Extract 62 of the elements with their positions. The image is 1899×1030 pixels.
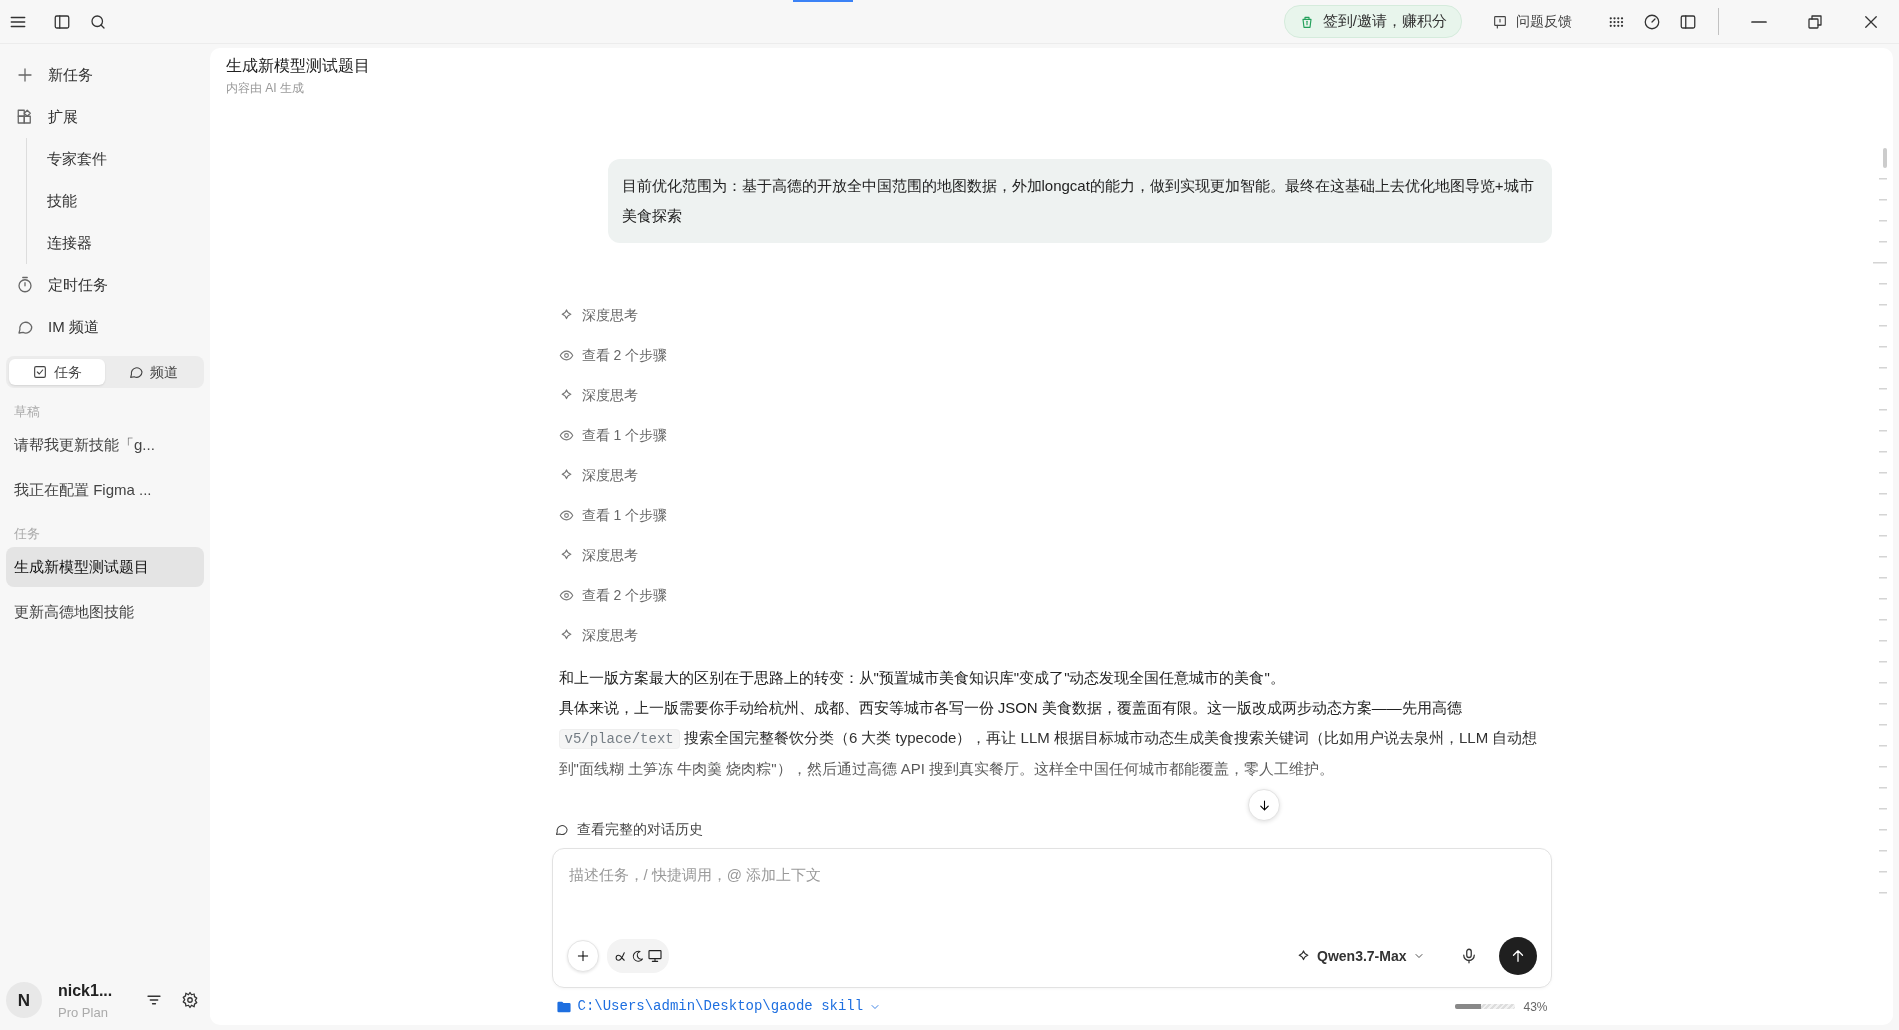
user-message: 目前优化范围为：基于高德的开放全中国范围的地图数据，外加longcat的能力，做到实现更加智能。最终在这基础上去优化地图导览+城市美食探索 <box>607 159 1552 244</box>
step-item[interactable]: 深度思考 <box>551 295 645 336</box>
add-button[interactable] <box>566 940 599 972</box>
panel-icon <box>1679 12 1697 31</box>
sidebar-nav-item[interactable]: 扩展 <box>6 96 204 138</box>
model-selector[interactable]: Qwen3.7-Max <box>1290 944 1431 968</box>
send-button[interactable] <box>1498 937 1537 975</box>
blocks-icon <box>16 108 34 126</box>
scroll-down-button[interactable] <box>1248 789 1280 821</box>
sidebar-nav-item[interactable]: 技能 <box>47 180 204 222</box>
checkbox-icon <box>32 364 48 380</box>
step-item[interactable]: 查看 1 个步骤 <box>551 495 675 536</box>
task-list-item[interactable]: 请帮我更新技能「g... <box>6 425 204 466</box>
eye-icon <box>558 587 574 603</box>
step-item[interactable]: 深度思考 <box>551 615 645 656</box>
step-item[interactable]: 深度思考 <box>551 375 645 416</box>
section-heading: 任务 <box>13 524 41 543</box>
step-item[interactable]: 查看 2 个步骤 <box>551 335 675 376</box>
task-list-item[interactable]: 生成新模型测试题目 <box>6 547 204 587</box>
panel-icon <box>53 12 71 31</box>
user-name: nick1... <box>58 980 113 1001</box>
chat-bubble-icon <box>128 364 144 380</box>
answer-paragraph: 和上一版方案最大的区别在于思路上的转变：从"预置城市美食知识库"变成了"动态发现全国任意城市的美食"。 <box>558 668 1286 689</box>
feedback-button[interactable]: 问题反馈 <box>1486 10 1578 33</box>
sidebar-nav-item[interactable]: 定时任务 <box>6 264 204 306</box>
sidebar-tab[interactable]: 频道 <box>105 359 201 385</box>
context-reading: 43% <box>1523 998 1548 1016</box>
minimize-icon <box>1750 20 1768 23</box>
search-icon <box>89 12 107 31</box>
task-list-item[interactable]: 更新高德地图技能 <box>6 592 204 632</box>
timer-icon <box>16 276 34 294</box>
step-item[interactable]: 深度思考 <box>551 535 645 576</box>
plus-icon <box>575 949 590 963</box>
eye-icon <box>558 427 574 443</box>
ai-disclaimer: 内容由 AI 生成 <box>226 80 305 98</box>
restore-icon <box>1806 12 1824 31</box>
sidebar-nav-item[interactable]: IM 频道 <box>6 306 204 348</box>
task-list-item[interactable]: 我正在配置 Figma ... <box>6 470 204 511</box>
eye-icon <box>558 507 574 523</box>
monitor-icon <box>646 948 663 964</box>
gauge-icon <box>1643 12 1661 31</box>
sidebar-nav-item[interactable]: 专家套件 <box>47 138 204 180</box>
sidebar-tab[interactable]: 任务 <box>9 359 105 385</box>
conversation-title: 生成新模型测试题目 <box>226 56 371 76</box>
feedback-icon <box>1492 13 1508 30</box>
user-plan: Pro Plan <box>58 1003 109 1022</box>
sidebar-nav-item[interactable]: 连接器 <box>47 222 204 264</box>
history-link[interactable]: 查看完整的对话历史 <box>551 814 703 844</box>
tab-indicator <box>793 0 853 2</box>
plus-icon <box>16 66 34 84</box>
step-item[interactable]: 查看 2 个步骤 <box>551 575 675 616</box>
answer-paragraph: 具体来说，上一版需要你手动给杭州、成都、西安等城市各写一份 JSON 美食数据，覆盖面有限。这一版改成两步动态方案——先用高德 v5/place/text 搜索全国完整餐饮分类（6 大类 typecode），再让 LLM 根据目标城市动态生成美食搜索关键词（比如用户说去泉州，LLM 自动想到"面线糊 土笋冻 牛肉羹 烧肉粽"），然后通过高德 API 搜到真实餐厅。这样全中国任何城市都能覆盖，零人工维护。 <box>558 698 1539 780</box>
step-item[interactable]: 查看 1 个步骤 <box>551 415 675 456</box>
avatar: N <box>6 982 42 1019</box>
message-input[interactable]: 描述任务，/ 快捷调用，@ 添加上下文 <box>566 863 1537 888</box>
sidebar-nav-item[interactable]: 新任务 <box>6 54 204 96</box>
section-heading: 草稿 <box>13 403 41 421</box>
eye-icon <box>558 347 574 363</box>
folder-path-link[interactable]: C:\Users\admin\Desktop\gaode skill <box>555 996 882 1017</box>
checkin-button[interactable]: 签到/邀请，赚积分 <box>1283 5 1462 38</box>
step-item[interactable]: 深度思考 <box>551 455 645 496</box>
settings-icon <box>181 991 199 1010</box>
